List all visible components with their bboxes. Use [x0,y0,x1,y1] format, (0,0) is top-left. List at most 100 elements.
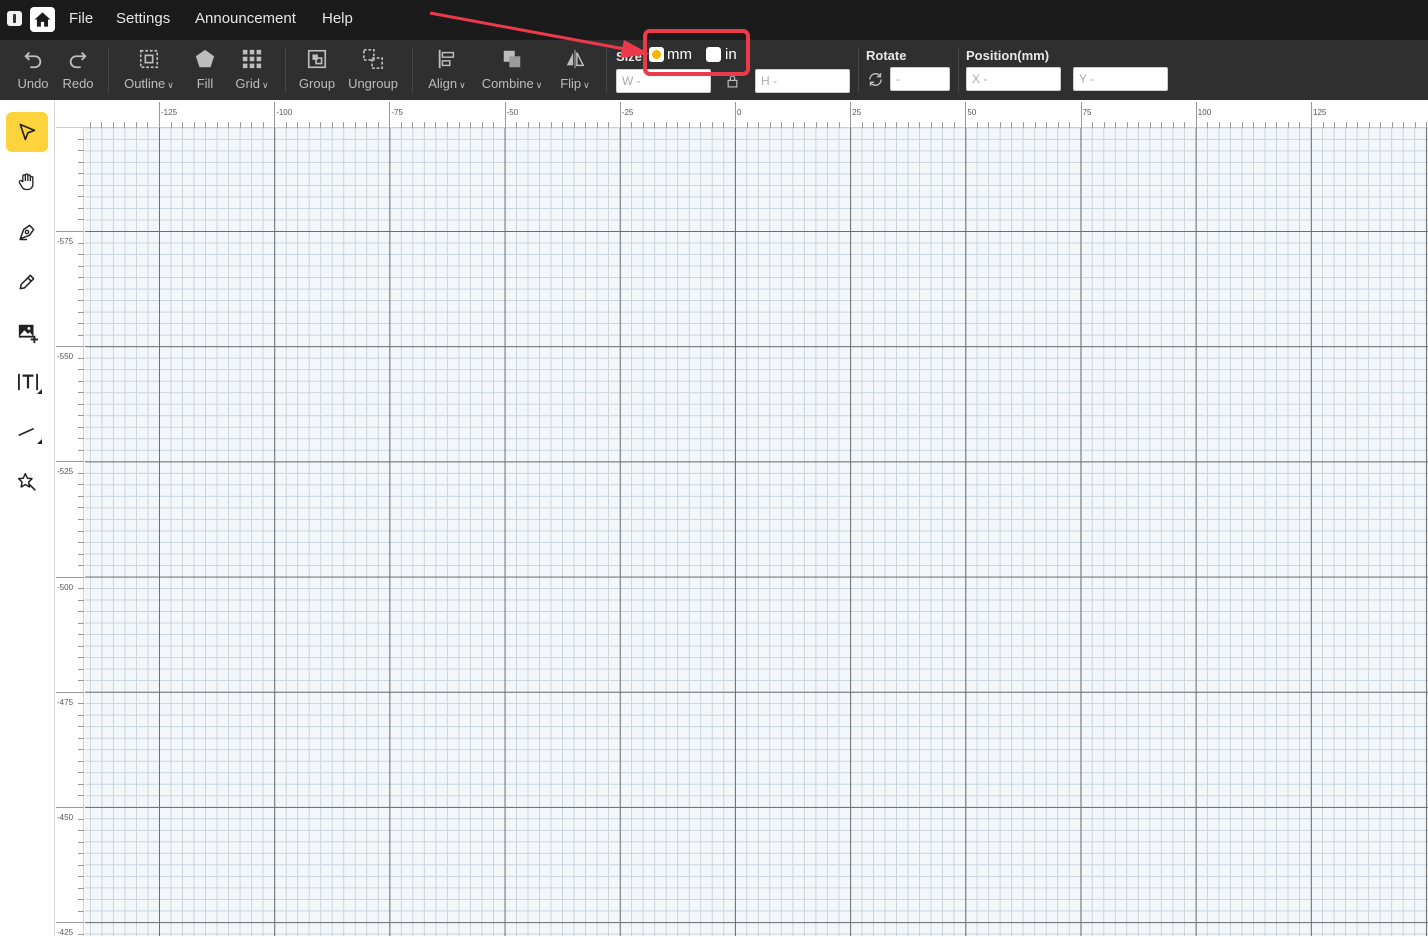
menu-file[interactable]: File [69,10,93,27]
pencil-tool[interactable] [6,262,48,302]
ruler-tick [78,311,84,313]
text-icon [18,373,38,391]
ruler-tick [78,737,84,739]
select-tool[interactable] [6,112,48,152]
ruler-tick [78,876,84,878]
group-label: Group [298,76,336,91]
ruler-tick [78,818,84,820]
ruler-label: 25 [852,108,862,117]
pencil-icon [19,274,35,290]
ruler-label: -550 [57,352,74,362]
line-icon [18,427,35,437]
hand-tool[interactable] [6,162,48,202]
ruler-tick [78,599,84,601]
ruler-tick [78,173,84,175]
submenu-corner-icon [37,439,42,444]
ruler-tick [78,657,84,659]
combine-label: Combine ∨ [481,76,543,91]
outline-icon [139,49,159,69]
ruler-label: -500 [57,582,74,592]
toolbar-divider [958,48,959,92]
group-button[interactable]: Group [297,48,337,91]
height-input[interactable]: H - [755,69,850,93]
ungroup-icon [363,49,383,69]
combine-button[interactable]: Combine ∨ [479,48,545,91]
ruler-tick [78,138,84,140]
ruler-label: 75 [1082,108,1092,117]
home-button[interactable] [30,7,55,32]
y-position-input[interactable]: Y - [1073,67,1168,91]
left-tool-panel [0,100,55,936]
ruler-label: -50 [506,108,519,117]
ruler-label: -100 [276,108,293,117]
text-tool[interactable] [6,362,48,402]
grid-label: Grid ∨ [235,76,269,91]
ruler-tick [78,910,84,912]
horizontal-ruler: -125 -100 -75 -50 -25 0 25 50 75 100 125 [56,100,1428,128]
ruler-label: -75 [391,108,403,117]
ruler-tick [78,783,84,785]
toolbar-divider [108,48,109,92]
ruler-tick [78,207,84,209]
ruler-tick [78,668,84,670]
menu-help[interactable]: Help [322,10,353,27]
align-button[interactable]: Align ∨ [425,48,469,91]
line-tool[interactable] [6,412,48,452]
fill-button[interactable]: Fill [190,48,220,91]
ruler-major-tick [619,102,621,128]
ruler-tick [78,184,84,186]
rotate-icon[interactable] [867,71,884,88]
ruler-tick [78,634,84,636]
ruler-major-tick [735,102,736,128]
rotate-input[interactable]: - [890,67,950,91]
x-position-input[interactable]: X - [966,67,1061,91]
unit-mm-radio[interactable] [649,47,664,62]
ruler-major-tick [965,102,967,128]
magic-icon [17,472,36,491]
grid-button[interactable]: Grid ∨ [232,48,272,91]
lock-icon[interactable] [726,75,739,88]
flip-button[interactable]: Flip ∨ [556,48,594,91]
ruler-tick [78,334,84,336]
ruler-major-tick [56,922,84,924]
ruler-tick [78,703,84,705]
position-label: Position(mm) [966,48,1050,63]
image-tool[interactable] [6,312,48,352]
ungroup-label: Ungroup [348,76,398,91]
ruler-tick [78,519,84,520]
ungroup-button[interactable]: Ungroup [346,48,400,91]
undo-button[interactable]: Undo [14,48,52,91]
ruler-tick [78,472,84,474]
design-canvas[interactable] [85,128,1428,936]
add-image-icon [18,324,39,344]
redo-label: Redo [62,76,94,91]
flip-icon [566,49,585,69]
ruler-tick [78,449,84,451]
ruler-tick [78,507,84,509]
redo-icon [69,51,87,69]
rotate-label: Rotate [866,48,907,63]
ruler-tick [78,242,84,244]
ruler-major-tick [56,231,84,232]
ruler-major-tick [56,576,84,578]
outline-label: Outline ∨ [124,76,174,91]
ruler-tick [78,415,84,417]
ruler-tick [78,553,84,555]
toolbar-divider [858,48,859,92]
menu-settings[interactable]: Settings [116,10,170,27]
ruler-tick [78,714,84,716]
menu-announcement[interactable]: Announcement [195,10,296,27]
outline-button[interactable]: Outline ∨ [120,48,178,91]
ruler-label: -525 [57,467,74,477]
redo-button[interactable]: Redo [60,48,96,91]
unit-in-radio[interactable] [706,47,721,62]
ruler-tick [78,484,84,486]
fill-icon [195,49,215,68]
magic-tool[interactable] [6,462,48,502]
ruler-tick [78,161,84,163]
ruler-tick [78,438,84,440]
ruler-tick [78,300,84,302]
pen-tool[interactable] [6,212,48,252]
ruler-major-tick [56,691,84,693]
ruler-tick [78,392,84,394]
